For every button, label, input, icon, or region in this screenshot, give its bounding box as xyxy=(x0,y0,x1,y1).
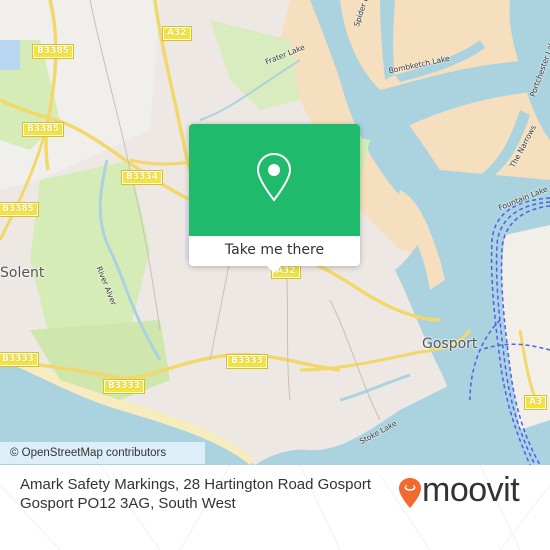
address-text: Amark Safety Markings, 28 Hartington Roa… xyxy=(20,475,400,513)
location-popup: Take me there xyxy=(189,124,360,273)
popup-header xyxy=(189,124,360,236)
road-shield: B3385 xyxy=(0,202,39,217)
footer: Amark Safety Markings, 28 Hartington Roa… xyxy=(0,465,550,550)
park-area xyxy=(30,160,150,340)
building-area xyxy=(0,40,20,70)
map-pin-icon xyxy=(256,152,292,202)
place-label-solent: Solent xyxy=(0,265,45,281)
road-shield: B3385 xyxy=(32,44,74,59)
road-shield: B3385 xyxy=(22,122,64,137)
road-shield: A3 xyxy=(523,395,548,410)
address-line-2: Gosport PO12 3AG, South West xyxy=(20,495,236,512)
road-shield: B3333 xyxy=(103,379,145,394)
road-shield: B3333 xyxy=(0,352,39,367)
moovit-logo[interactable]: moovit xyxy=(398,471,548,517)
take-me-there-button[interactable]: Take me there xyxy=(189,236,360,266)
place-label-gosport: Gosport xyxy=(422,336,478,352)
moovit-wordmark: moovit xyxy=(422,471,520,509)
road-shield: A32 xyxy=(162,26,192,41)
road-shield: B3333 xyxy=(226,354,268,369)
moovit-pin-icon xyxy=(399,478,421,508)
address-line-1: Amark Safety Markings, 28 Hartington Roa… xyxy=(20,476,371,493)
map-attribution[interactable]: © OpenStreetMap contributors xyxy=(0,442,205,464)
road-shield: B3334 xyxy=(121,170,163,185)
popup-pointer xyxy=(266,265,282,273)
map-canvas[interactable]: B3385 A32 B3385 B3385 B3334 B3333 B3333 … xyxy=(0,0,550,465)
